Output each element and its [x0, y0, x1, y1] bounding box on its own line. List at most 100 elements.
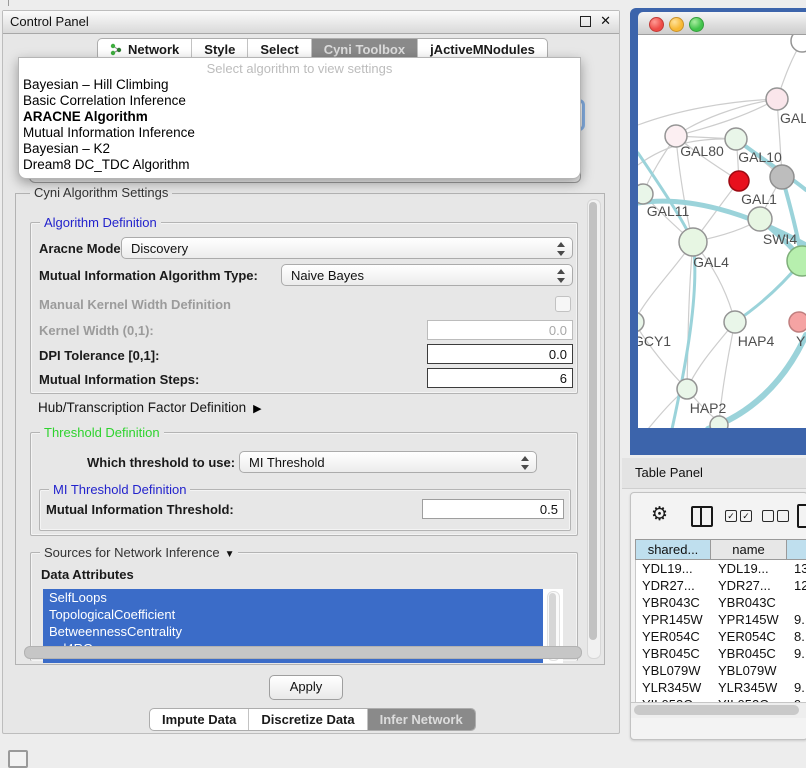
list-item-selfloops[interactable]: SelfLoops	[43, 589, 543, 606]
threshold-definition-title: Threshold Definition	[40, 425, 164, 440]
node-right-pink[interactable]	[789, 312, 806, 332]
node-hap4[interactable]	[724, 311, 746, 333]
hub-definition-toggle[interactable]: Hub/Transcription Factor Definition▶	[38, 400, 262, 415]
checked-pair-icon[interactable]: ✓✓	[725, 510, 752, 522]
updown-arrows-icon	[556, 241, 565, 257]
node-bottom-partial[interactable]	[710, 416, 728, 428]
dpi-tolerance-field[interactable]: 0.0	[427, 344, 573, 364]
node-label-gcy1: GCY1	[638, 333, 671, 349]
node-label-gal80: GAL80	[680, 143, 724, 159]
algorithm-option-aracne[interactable]: ARACNE Algorithm	[19, 109, 580, 125]
scrollbar-thumb[interactable]	[634, 705, 799, 715]
node-hap2[interactable]	[677, 379, 697, 399]
sources-title[interactable]: Sources for Network Inference▼	[40, 545, 238, 560]
gear-icon[interactable]: ⚙	[651, 503, 668, 526]
table-row[interactable]: YLR345W YLR345W 9.	[636, 679, 806, 696]
control-panel-title: Control Panel	[10, 14, 89, 29]
node-table: shared... name A YDL19... YDL19... 13 YD…	[635, 539, 806, 702]
algorithm-definition-title: Algorithm Definition	[40, 215, 161, 230]
cyni-bottom-tabbar: Impute Data Discretize Data Infer Networ…	[149, 708, 476, 731]
algorithm-definition-group: Algorithm Definition Aracne Mode: Discov…	[30, 222, 578, 394]
mi-steps-field[interactable]: 6	[427, 368, 573, 388]
mi-type-combobox[interactable]: Naive Bayes	[281, 264, 573, 286]
top-divider-tick	[8, 0, 9, 6]
node-right-green[interactable]	[787, 246, 806, 276]
settings-horizontal-scrollbar[interactable]	[24, 646, 582, 659]
mi-threshold-label: Mutual Information Threshold:	[46, 502, 234, 517]
unchecked-pair-icon[interactable]	[762, 510, 789, 522]
mi-threshold-group: MI Threshold Definition Mutual Informati…	[39, 489, 571, 531]
node-label-gal10: GAL10	[738, 149, 782, 165]
tab-impute-data[interactable]: Impute Data	[150, 709, 249, 730]
node-gal10[interactable]	[725, 128, 747, 150]
close-icon[interactable]: ✕	[600, 13, 611, 29]
float-window-icon[interactable]	[580, 16, 591, 27]
table-panel-titlebar: Table Panel	[622, 458, 806, 489]
table-row[interactable]: YER054C YER054C 8.	[636, 628, 806, 645]
column-header-partial[interactable]: A	[787, 539, 806, 560]
node-label-gal1: GAL1	[741, 191, 777, 207]
table-row[interactable]: YBR045C YBR045C 9.	[636, 645, 806, 662]
document-icon[interactable]	[797, 504, 806, 528]
manual-kernel-checkbox[interactable]	[555, 296, 571, 312]
chevron-down-icon: ▼	[225, 549, 235, 560]
algorithm-option-mutual-information[interactable]: Mutual Information Inference	[19, 125, 580, 141]
tab-discretize-data[interactable]: Discretize Data	[249, 709, 367, 730]
table-row[interactable]: YBL079W YBL079W	[636, 662, 806, 679]
which-threshold-label: Which threshold to use:	[87, 455, 235, 470]
mi-threshold-group-title: MI Threshold Definition	[49, 482, 190, 497]
list-item-topologicalcoefficient[interactable]: TopologicalCoefficient	[43, 606, 543, 623]
kernel-width-field[interactable]: 0.0	[427, 320, 573, 340]
table-panel-card: ⚙ ✓✓ shared... name A YDL19... YDL19... …	[630, 492, 806, 740]
table-row[interactable]: YDL19... YDL19... 13	[636, 560, 806, 577]
table-horizontal-scrollbar[interactable]	[631, 702, 806, 718]
updown-arrows-icon	[520, 455, 529, 471]
node-swi4[interactable]	[748, 207, 772, 231]
aracne-mode-label: Aracne Mode:	[39, 241, 125, 256]
scrollbar-thumb[interactable]	[589, 202, 597, 640]
column-header-shared-name[interactable]: shared...	[635, 539, 711, 560]
node-selected-red[interactable]	[729, 171, 749, 191]
column-header-name[interactable]: name	[711, 539, 787, 560]
network-canvas[interactable]: GAL GAL80 GAL10 GAL1 GAL11 SWI4 GAL4 GCY…	[638, 35, 806, 428]
control-panel-titlebar: Control Panel ✕	[3, 11, 619, 34]
manual-kernel-label: Manual Kernel Width Definition	[39, 297, 231, 312]
algorithm-option-bayesian-hill-climbing[interactable]: Bayesian – Hill Climbing	[19, 77, 580, 93]
columns-icon[interactable]	[691, 506, 713, 527]
aracne-mode-combobox[interactable]: Discovery	[121, 237, 573, 259]
node-label-y-partial: Y	[796, 333, 806, 349]
node-label-hap2: HAP2	[690, 400, 727, 416]
algorithm-option-basic-correlation[interactable]: Basic Correlation Inference	[19, 93, 580, 109]
algorithm-placeholder: Select algorithm to view settings	[19, 60, 580, 77]
node-label-hap4: HAP4	[738, 333, 775, 349]
which-threshold-combobox[interactable]: MI Threshold	[239, 451, 537, 473]
table-row[interactable]: YPR145W YPR145W 9.	[636, 611, 806, 628]
settings-vertical-scrollbar[interactable]	[587, 199, 601, 659]
node-gray[interactable]	[770, 165, 794, 189]
algorithm-option-dream8[interactable]: Dream8 DC_TDC Algorithm	[19, 157, 580, 173]
sources-group: Sources for Network Inference▼ Data Attr…	[30, 552, 578, 661]
list-item-betweennesscentrality[interactable]: BetweennessCentrality	[43, 623, 543, 640]
zoom-traffic-light-icon[interactable]	[689, 17, 704, 32]
mi-steps-label: Mutual Information Steps:	[39, 372, 199, 387]
close-traffic-light-icon[interactable]	[649, 17, 664, 32]
table-row[interactable]: YBR043C YBR043C	[636, 594, 806, 611]
algorithm-option-bayesian-k2[interactable]: Bayesian – K2	[19, 141, 580, 157]
network-window-titlebar	[638, 12, 806, 35]
node-gal4[interactable]	[679, 228, 707, 256]
node-gcy1[interactable]	[638, 312, 644, 332]
table-row[interactable]: YDR27... YDR27... 12	[636, 577, 806, 594]
node-gal2[interactable]	[766, 88, 788, 110]
node-label-gal11: GAL11	[647, 203, 690, 219]
network-icon	[110, 43, 123, 56]
tab-infer-network[interactable]: Infer Network	[368, 709, 475, 730]
apply-button[interactable]: Apply	[269, 675, 343, 700]
network-view-window: GAL GAL80 GAL10 GAL1 GAL11 SWI4 GAL4 GCY…	[630, 8, 806, 455]
node-gal11[interactable]	[638, 184, 653, 204]
minimize-traffic-light-icon[interactable]	[669, 17, 684, 32]
kernel-width-label: Kernel Width (0,1):	[39, 323, 154, 338]
minimized-panel-icon[interactable]	[8, 750, 28, 768]
node-top-partial[interactable]	[791, 35, 806, 52]
mi-threshold-field[interactable]: 0.5	[422, 499, 564, 519]
table-toolbar: ⚙ ✓✓	[631, 501, 806, 531]
